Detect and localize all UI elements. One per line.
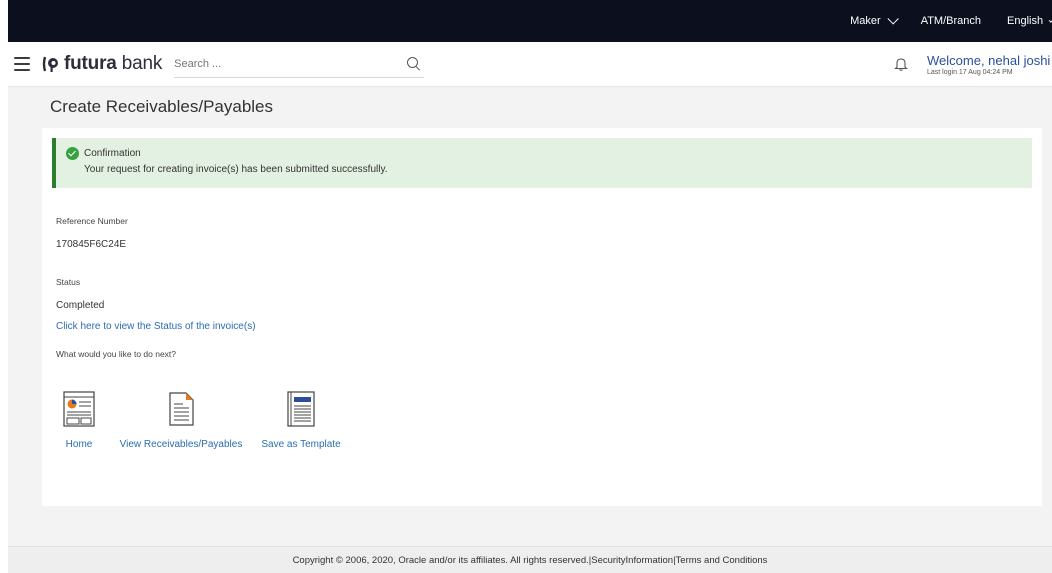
atm-branch-link[interactable]: ATM/Branch bbox=[908, 15, 994, 27]
reference-value: 170845F6C24E bbox=[56, 239, 127, 250]
language-label: English bbox=[1007, 15, 1044, 27]
home-label: Home bbox=[65, 439, 93, 450]
save-template-action[interactable]: Save as Template bbox=[256, 390, 346, 450]
brand-name: futura bank bbox=[64, 53, 163, 74]
status-field: Status Completed Click here to view the … bbox=[42, 277, 1042, 359]
role-selector[interactable]: Maker bbox=[837, 13, 908, 27]
logo[interactable]: futura bank bbox=[42, 53, 162, 75]
app-window: Maker ATM/Branch English futura bank Sea… bbox=[0, 0, 1052, 573]
language-selector[interactable]: English bbox=[994, 15, 1052, 27]
copyright-text: Copyright © 2006, 2020, Oracle and/or it… bbox=[292, 555, 768, 566]
search-icon[interactable] bbox=[406, 56, 422, 72]
chevron-down-icon bbox=[887, 13, 899, 25]
bell-icon[interactable] bbox=[893, 56, 909, 72]
check-circle-icon bbox=[66, 147, 79, 160]
save-template-label: Save as Template bbox=[261, 439, 341, 450]
home-action[interactable]: Home bbox=[52, 390, 106, 450]
confirmation-message: Your request for creating invoice(s) has… bbox=[84, 164, 388, 175]
reference-field: Reference Number 170845F6C24E bbox=[42, 216, 1042, 250]
header: futura bank Welcome, nehal joshi Last lo… bbox=[8, 42, 1052, 87]
atm-branch-label: ATM/Branch bbox=[920, 15, 981, 27]
welcome-text: Welcome, nehal joshi bbox=[927, 52, 1051, 68]
reference-label: Reference Number bbox=[56, 216, 128, 226]
menu-icon[interactable] bbox=[14, 57, 30, 71]
document-icon bbox=[169, 392, 194, 426]
futura-logo-icon bbox=[42, 56, 58, 72]
status-label: Status bbox=[56, 277, 81, 287]
page-title: Create Receivables/Payables bbox=[50, 97, 274, 116]
role-label: Maker bbox=[850, 15, 881, 27]
last-login: Last login 17 Aug 04:24 PM bbox=[927, 68, 1013, 76]
search-box bbox=[174, 50, 425, 78]
view-receivables-action[interactable]: View Receivables/Payables bbox=[106, 390, 256, 450]
view-status-link[interactable]: Click here to view the Status of the inv… bbox=[56, 321, 1042, 332]
status-value: Completed bbox=[56, 300, 105, 311]
footer: Copyright © 2006, 2020, Oracle and/or it… bbox=[8, 546, 1052, 573]
template-icon bbox=[287, 391, 315, 427]
header-right: Welcome, nehal joshi Last login 17 Aug 0… bbox=[893, 53, 1052, 76]
confirmation-card: Confirmation Your request for creating i… bbox=[42, 128, 1042, 506]
confirmation-banner: Confirmation Your request for creating i… bbox=[52, 138, 1032, 188]
view-receivables-label: View Receivables/Payables bbox=[119, 439, 243, 450]
confirmation-heading: Confirmation bbox=[84, 148, 141, 159]
top-bar: Maker ATM/Branch English bbox=[8, 0, 1052, 42]
next-actions: Home View Receivables/Payables Save as T… bbox=[52, 390, 346, 450]
search-input[interactable] bbox=[174, 57, 375, 70]
dashboard-icon bbox=[63, 391, 95, 427]
next-steps-label: What would you like to do next? bbox=[56, 349, 177, 359]
user-menu[interactable]: Welcome, nehal joshi Last login 17 Aug 0… bbox=[927, 53, 1052, 76]
